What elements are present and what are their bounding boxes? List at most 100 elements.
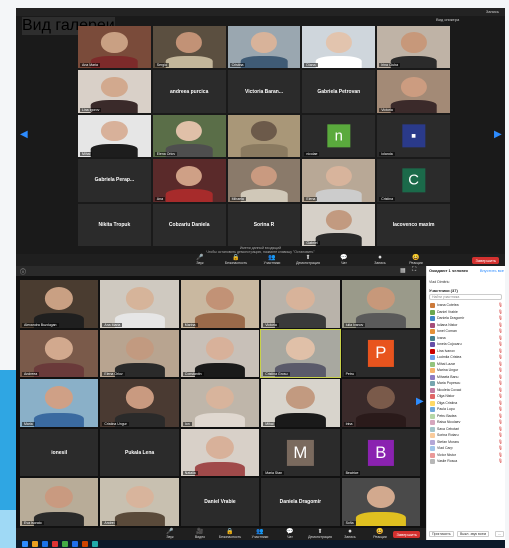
toolbar-button[interactable]: 🔒 Безопасность <box>216 529 244 539</box>
toolbar-button[interactable]: ⏺ Запись <box>366 255 394 265</box>
participant-tile[interactable]: Mihai <box>261 379 340 427</box>
participant-tile[interactable]: Victoria <box>261 280 340 328</box>
participant-tile[interactable]: Eva Isorato <box>20 478 99 526</box>
participant-tile[interactable]: M Maria Stan <box>261 428 340 477</box>
participant-tile[interactable]: Elena <box>302 159 376 202</box>
participant-search-input[interactable]: Найти участника <box>429 294 502 300</box>
participant-tile[interactable]: Mihaela <box>227 159 301 202</box>
more-button[interactable]: ... <box>495 531 504 537</box>
toolbar-button[interactable]: ⬆Демонстрация экрана <box>294 255 322 266</box>
participant-tile[interactable]: Mihai <box>78 114 151 158</box>
mute-all-button[interactable]: Выкл. звук всем <box>457 531 489 537</box>
participant-tile[interactable]: Cobzariu Daniela <box>152 203 226 246</box>
participant-avatar <box>430 407 435 412</box>
participant-row[interactable]: Vasile Rosca 🎙 <box>429 458 504 465</box>
toolbar-label: Чат <box>341 261 347 265</box>
participant-tile[interactable]: andreea purcica <box>152 70 226 113</box>
participant-tile[interactable]: Ana Maria <box>78 26 151 69</box>
invite-button[interactable]: Пригласить <box>429 531 454 537</box>
toolbar-button[interactable]: 😀 Реакции <box>366 529 394 539</box>
muted-mic-icon[interactable]: 🎙 <box>498 458 503 465</box>
participant-label: Ana <box>154 196 166 201</box>
taskbar-app-icon[interactable] <box>42 541 48 547</box>
participant-tile[interactable]: Pukala Lena <box>100 428 179 477</box>
participant-tile[interactable]: P Petru <box>341 329 420 378</box>
next-page-arrow[interactable]: ▶ <box>416 396 424 407</box>
participant-tile[interactable]: Cristina Grosu <box>260 328 341 379</box>
participant-tile[interactable]: C Cristina <box>377 159 450 202</box>
participant-tile[interactable]: B Beatrice <box>341 428 420 477</box>
participant-tile[interactable]: Ana <box>152 159 226 202</box>
toolbar-button[interactable]: 🎤 Звук <box>156 529 184 539</box>
participant-tile[interactable] <box>227 114 301 158</box>
taskbar-app-icon[interactable] <box>82 541 88 547</box>
speaker-view-button[interactable]: Вид спикера <box>436 17 459 22</box>
participant-tile[interactable]: Alexandra Buzdugan <box>20 280 99 328</box>
participant-tile[interactable]: Elena Orlov <box>100 329 179 378</box>
participant-tile[interactable]: Lina Igorov <box>78 70 151 113</box>
participant-tile[interactable]: Constantin <box>180 329 260 378</box>
participant-face <box>45 287 74 310</box>
participant-name: Daniela Dragomir <box>279 499 322 506</box>
participant-body <box>240 144 288 158</box>
taskbar-app-icon[interactable] <box>72 541 78 547</box>
participant-tile[interactable]: Ion <box>180 379 260 427</box>
next-page-arrow[interactable]: ▶ <box>494 130 502 140</box>
participant-tile[interactable]: Maria <box>20 379 99 427</box>
participant-tile[interactable]: ionesil <box>20 428 99 477</box>
participant-tile[interactable]: Irina Ciuba <box>377 26 450 69</box>
participant-tile[interactable]: Cristina <box>227 26 301 69</box>
taskbar-app-icon[interactable] <box>92 541 98 547</box>
grid-view-icon[interactable]: ▦ <box>400 267 406 274</box>
fullscreen-icon[interactable]: ⛶ <box>412 267 416 274</box>
participant-tile[interactable]: Andreea <box>20 329 99 378</box>
toolbar-button[interactable]: 👥 Участники <box>258 255 286 265</box>
end-meeting-button[interactable]: Завершить <box>472 257 499 264</box>
participant-tile[interactable]: Cristina Ungur <box>100 379 179 427</box>
toolbar-button[interactable]: ⏺ Запись <box>336 529 364 539</box>
taskbar-app-icon[interactable] <box>62 541 68 547</box>
end-meeting-button[interactable]: Завершить <box>393 531 420 538</box>
taskbar-app-icon[interactable] <box>22 541 28 547</box>
participant-tile[interactable]: n nicolae <box>302 114 376 158</box>
toolbar-button[interactable]: 🎥 Видео <box>186 529 214 539</box>
participant-tile[interactable]: Andrei <box>100 478 179 526</box>
taskbar-app-icon[interactable] <box>32 541 38 547</box>
participant-name: Victoria Baran... <box>245 88 283 95</box>
participant-tile[interactable]: Natalia <box>180 428 260 477</box>
toolbar-button[interactable]: 🎤 Звук <box>186 255 214 265</box>
toolbar-button[interactable]: 👥 Участники <box>246 529 274 539</box>
participant-tile[interactable]: Victoria <box>377 70 450 113</box>
taskbar-app-icon[interactable] <box>52 541 58 547</box>
participant-tile[interactable]: Daniel Vrabie <box>180 478 260 526</box>
participant-tile[interactable]: ▪ Iolanda <box>377 114 450 158</box>
participant-tile[interactable]: Gabriela Perap... <box>78 159 151 202</box>
participant-tile[interactable]: Sorina R <box>227 203 301 246</box>
participant-tile[interactable]: Sergiu <box>152 26 226 69</box>
participant-row-name: Ivana <box>437 335 446 340</box>
participant-tile[interactable]: Gabriela Petrovan <box>302 70 376 113</box>
info-icon[interactable]: ⓘ <box>20 267 26 276</box>
toolbar-button[interactable]: 😀 Реакции <box>402 255 430 265</box>
toolbar-button[interactable]: 🔒 Безопасность <box>222 255 250 265</box>
participant-tile[interactable]: Irina <box>341 379 420 427</box>
participant-avatar <box>430 348 435 354</box>
participant-tile[interactable]: Iulia Ivanov <box>341 280 420 328</box>
participant-tile[interactable]: Nikita Tropuk <box>78 203 151 246</box>
participant-tile[interactable]: Ana Maria <box>100 280 179 328</box>
participant-row-name: Vlad Carp <box>437 446 453 450</box>
participant-tile[interactable]: Marina <box>180 280 260 328</box>
participant-tile[interactable]: Sofia <box>341 478 420 526</box>
prev-page-arrow[interactable]: ◀ <box>20 130 28 140</box>
participant-tile[interactable]: Elena Orlov <box>152 114 226 158</box>
admit-all-link[interactable]: Впустить все <box>480 268 504 273</box>
participant-tile[interactable]: Diana <box>302 26 376 69</box>
participant-tile[interactable]: Iacovenco maxim <box>377 203 450 246</box>
participant-tile[interactable]: Victoria Baran... <box>227 70 301 113</box>
participant-tile[interactable]: Daniela Dragomir <box>261 478 340 526</box>
waiting-participant[interactable]: Vlad Dimitriu <box>429 280 449 284</box>
toolbar-button[interactable]: 💬 Чат <box>276 529 304 539</box>
participant-tile[interactable]: Gabriel <box>302 203 376 246</box>
participant-face <box>286 287 315 310</box>
toolbar-button[interactable]: 💬 Чат <box>330 255 358 265</box>
